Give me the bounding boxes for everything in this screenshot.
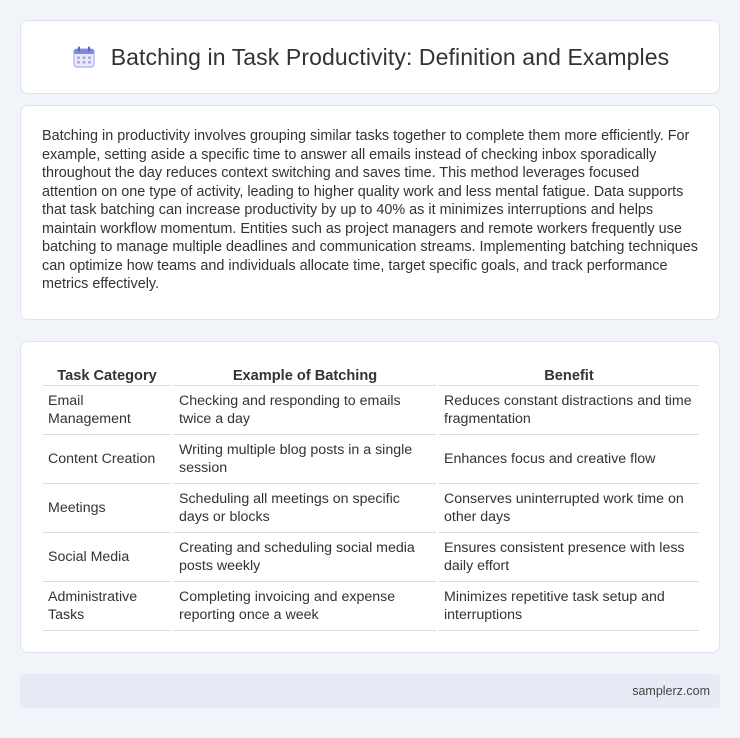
calendar-icon bbox=[73, 46, 95, 68]
title-wrap: Batching in Task Productivity: Definitio… bbox=[71, 44, 670, 71]
table-row: Email Management Checking and responding… bbox=[43, 386, 699, 435]
table-card: Task Category Example of Batching Benefi… bbox=[20, 341, 720, 653]
header-example-of-batching: Example of Batching bbox=[174, 364, 436, 386]
cell-example: Checking and responding to emails twice … bbox=[174, 386, 436, 435]
cell-task-category: Content Creation bbox=[43, 435, 171, 484]
cell-example: Creating and scheduling social media pos… bbox=[174, 533, 436, 582]
intro-card: Batching in productivity involves groupi… bbox=[20, 105, 720, 320]
table-header-row: Task Category Example of Batching Benefi… bbox=[43, 364, 699, 386]
cell-benefit: Ensures consistent presence with less da… bbox=[439, 533, 699, 582]
cell-task-category: Social Media bbox=[43, 533, 171, 582]
cell-benefit: Enhances focus and creative flow bbox=[439, 435, 699, 484]
cell-benefit: Conserves uninterrupted work time on oth… bbox=[439, 484, 699, 533]
table-row: Social Media Creating and scheduling soc… bbox=[43, 533, 699, 582]
cell-example: Writing multiple blog posts in a single … bbox=[174, 435, 436, 484]
cell-example: Scheduling all meetings on specific days… bbox=[174, 484, 436, 533]
header-task-category: Task Category bbox=[43, 364, 171, 386]
cell-task-category: Email Management bbox=[43, 386, 171, 435]
footer-site-link[interactable]: samplerz.com bbox=[632, 684, 710, 698]
table-row: Content Creation Writing multiple blog p… bbox=[43, 435, 699, 484]
cell-benefit: Reduces constant distractions and time f… bbox=[439, 386, 699, 435]
cell-task-category: Meetings bbox=[43, 484, 171, 533]
table-row: Meetings Scheduling all meetings on spec… bbox=[43, 484, 699, 533]
header-benefit: Benefit bbox=[439, 364, 699, 386]
cell-example: Completing invoicing and expense reporti… bbox=[174, 582, 436, 631]
intro-paragraph: Batching in productivity involves groupi… bbox=[42, 128, 698, 292]
cell-task-category: Administrative Tasks bbox=[43, 582, 171, 631]
batching-table: Task Category Example of Batching Benefi… bbox=[40, 364, 702, 631]
table-row: Administrative Tasks Completing invoicin… bbox=[43, 582, 699, 631]
cell-benefit: Minimizes repetitive task setup and inte… bbox=[439, 582, 699, 631]
footer: samplerz.com bbox=[20, 674, 720, 708]
page-title: Batching in Task Productivity: Definitio… bbox=[110, 43, 670, 70]
title-card: Batching in Task Productivity: Definitio… bbox=[20, 20, 720, 94]
